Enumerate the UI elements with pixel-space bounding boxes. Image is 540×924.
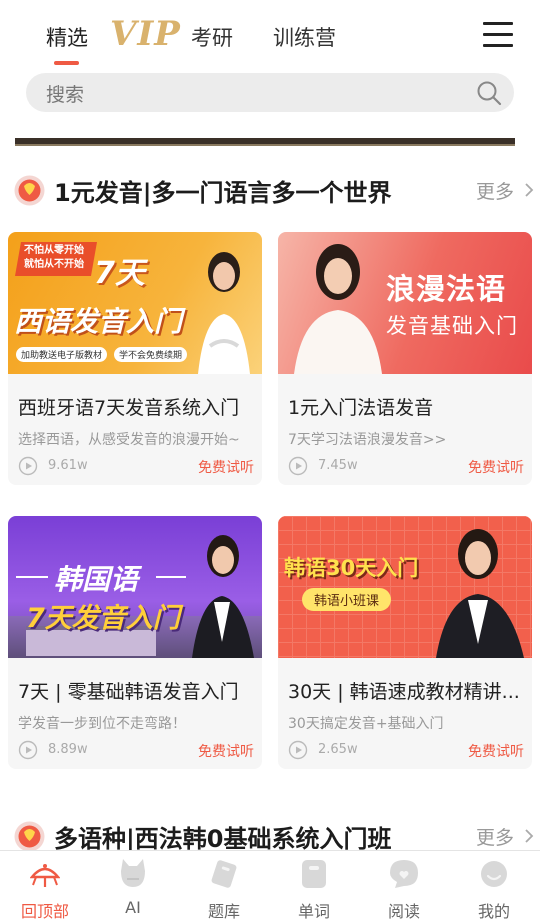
tab-reading[interactable]: 阅读 [359, 851, 449, 924]
top-nav: 精选 VIP 考研 训练营 [0, 0, 540, 70]
menu-icon[interactable] [483, 22, 515, 48]
search-bar[interactable]: 搜索 [26, 73, 514, 112]
course-card[interactable]: 韩国语 7天发音入门 7天 | 零基础韩语发音入门 学发音一步到位不走弯路！ 8… [8, 516, 262, 769]
course-subtitle: 学发音一步到位不走弯路！ [18, 716, 186, 732]
free-trial-link[interactable]: 免费试听 [198, 457, 254, 477]
read-bubble-icon [390, 860, 418, 888]
tab-question-bank[interactable]: 题库 [179, 851, 269, 924]
course-title[interactable]: 30天 | 韩语速成教材精讲... [288, 677, 524, 704]
profile-face-icon [481, 861, 507, 887]
course-card[interactable]: 浪漫法语 发音基础入门 1元入门法语发音 7天学习法语浪漫发音>> 7.45w … [278, 232, 532, 485]
play-count-icon [18, 456, 38, 476]
course-title[interactable]: 1元入门法语发音 [288, 393, 524, 420]
section-badge-icon [14, 175, 45, 206]
tab-back-to-top[interactable]: 回顶部 [0, 851, 90, 924]
course-thumbnail: 韩语30天入门 韩语小班课 [278, 516, 532, 658]
thumb-slogan-1: 不怕从零开始 [24, 245, 84, 256]
teacher-photo [294, 244, 382, 374]
section-badge-icon [14, 821, 45, 852]
umbrella-top-icon [30, 864, 60, 887]
teacher-photo [436, 529, 524, 658]
tab-training-camp[interactable]: 训练营 [273, 22, 336, 52]
ai-cat-icon [121, 859, 145, 887]
tab-featured[interactable]: 精选 [46, 22, 88, 52]
tab-words[interactable]: 单词 [269, 851, 359, 924]
word-card-icon [302, 860, 326, 888]
tab-label: AI [125, 898, 141, 917]
course-thumbnail: 浪漫法语 发音基础入门 [278, 232, 532, 374]
tab-label: 回顶部 [20, 902, 69, 921]
play-count: 8.89w [48, 742, 88, 757]
chevron-right-icon [524, 827, 534, 849]
course-title[interactable]: 7天 | 零基础韩语发音入门 [18, 677, 254, 704]
thumb-subheadline: 西语发音入门 [14, 305, 183, 338]
course-card[interactable]: 韩语30天入门 韩语小班课 30天 | 韩语速成教材精讲... 30天搞定发音+… [278, 516, 532, 769]
tab-ai[interactable]: AI [88, 851, 178, 924]
teacher-photo [198, 252, 250, 374]
tab-label: 阅读 [387, 902, 420, 921]
thumb-pill: 韩语小班课 [302, 588, 392, 611]
more-label: 更多 [475, 181, 514, 203]
play-count-icon [18, 740, 38, 760]
search-icon[interactable] [476, 80, 502, 106]
thumb-headline: 韩语30天入门 [284, 556, 419, 580]
question-bank-icon [211, 860, 237, 888]
course-subtitle: 30天搞定发音+基础入门 [288, 716, 444, 732]
tab-profile[interactable]: 我的 [449, 851, 539, 924]
chevron-right-icon [524, 181, 534, 203]
play-count: 7.45w [318, 458, 358, 473]
course-title[interactable]: 西班牙语7天发音系统入门 [18, 393, 254, 420]
tab-label: 题库 [207, 902, 240, 921]
course-subtitle: 7天学习法语浪漫发音>> [288, 432, 447, 448]
thumb-badge: 学不会免费续期 [114, 347, 188, 362]
bottom-tab-bar: 回顶部 AI 题库 单词 阅读 我的 [0, 850, 540, 924]
teacher-photo [192, 535, 254, 658]
section-header: 多语种|西法韩0基础系统入门班 更多 [14, 818, 534, 854]
course-subtitle: 选择西语，从感受发音的浪漫开始~ [18, 432, 240, 448]
tab-active-indicator [54, 61, 79, 65]
free-trial-link[interactable]: 免费试听 [468, 457, 524, 477]
thumb-headline: 韩国语 [54, 563, 139, 596]
thumb-subheadline: 7天发音入门 [26, 603, 180, 634]
tab-kaoyan[interactable]: 考研 [191, 22, 233, 52]
thumb-badge: 加助教送电子版教材 [16, 347, 108, 362]
play-count: 2.65w [318, 742, 358, 757]
banner-image-bottom-edge[interactable] [15, 138, 515, 146]
tab-label: 我的 [477, 902, 510, 921]
tab-vip[interactable]: VIP [110, 14, 181, 54]
more-label: 更多 [475, 827, 514, 849]
section-more-link[interactable]: 更多 [476, 823, 534, 850]
section-title: 多语种|西法韩0基础系统入门班 [54, 825, 392, 853]
section-more-link[interactable]: 更多 [476, 177, 534, 204]
thumb-headline: 浪漫法语 [386, 272, 507, 306]
tab-label: 单词 [297, 902, 330, 921]
course-card[interactable]: 不怕从零开始 就怕从不开始 7天 西语发音入门 加助教送电子版教材 学不会免费续… [8, 232, 262, 485]
play-count: 9.61w [48, 458, 88, 473]
section-title: 1元发音|多一门语言多一个世界 [54, 179, 392, 207]
thumb-subheadline: 发音基础入门 [386, 314, 518, 338]
free-trial-link[interactable]: 免费试听 [198, 741, 254, 761]
course-thumbnail: 韩国语 7天发音入门 [8, 516, 262, 658]
play-count-icon [288, 740, 308, 760]
thumb-slogan-2: 就怕从不开始 [24, 259, 84, 270]
free-trial-link[interactable]: 免费试听 [468, 741, 524, 761]
play-count-icon [288, 456, 308, 476]
course-thumbnail: 不怕从零开始 就怕从不开始 7天 西语发音入门 加助教送电子版教材 学不会免费续… [8, 232, 262, 374]
section-header: 1元发音|多一门语言多一个世界 更多 [14, 172, 534, 208]
search-input[interactable]: 搜索 [46, 80, 84, 107]
thumb-headline: 7天 [94, 256, 145, 291]
